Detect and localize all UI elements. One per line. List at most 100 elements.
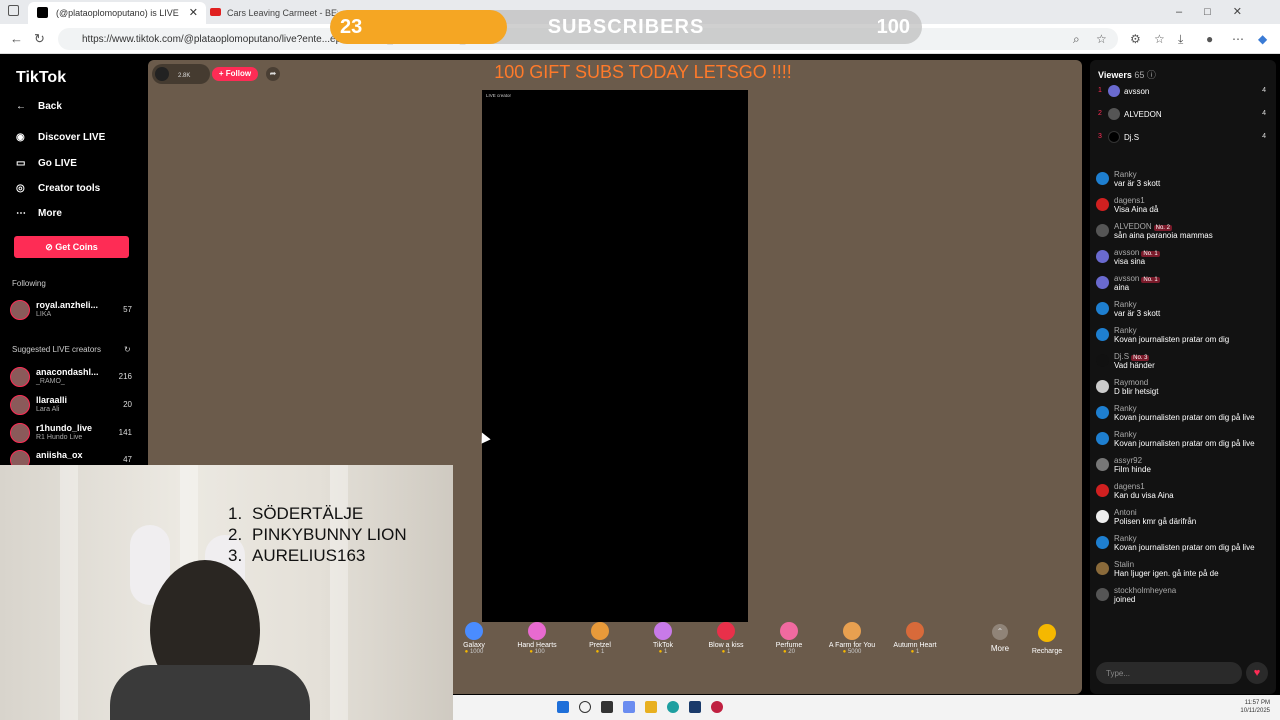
tab-tiktok-live[interactable]: (@plataoplomoputano) is LIVE ✕	[28, 2, 206, 24]
chat-message[interactable]: Ranky Kovan journalisten pratar om dig på…	[1090, 532, 1276, 558]
nav-creator-tools[interactable]: ◎ Creator tools	[16, 183, 100, 194]
tab-actions-icon[interactable]	[8, 5, 19, 16]
live-video[interactable]: LIVE creator	[482, 90, 748, 622]
task-view-icon[interactable]	[601, 701, 613, 713]
host-avatar	[155, 67, 169, 81]
chat-message[interactable]: Ranky Kovan journalisten pratar om dig på…	[1090, 402, 1276, 428]
chat-message[interactable]: assyr92 Film hinde	[1090, 454, 1276, 480]
viewer-row[interactable]: 1 avsson 4	[1098, 84, 1270, 100]
gift-item[interactable]: Galaxy ● 1000	[444, 622, 504, 655]
tiktok-logo[interactable]: TikTok	[16, 69, 66, 87]
live-creator-label: LIVE creator	[486, 93, 512, 98]
chat-message[interactable]: Raymond D blir hetsigt	[1090, 376, 1276, 402]
windows-taskbar: 11:57 PM 10/11/2025	[453, 695, 1280, 720]
nav-back[interactable]: ← Back	[16, 101, 62, 112]
viewers-heading[interactable]: Viewers 65 ⓘ	[1098, 68, 1156, 81]
avatar	[1096, 588, 1109, 601]
profile-avatar[interactable]: ●	[1206, 32, 1213, 46]
suggested-heading: Suggested LIVE creators	[12, 345, 101, 354]
gift-item[interactable]: TikTok ● 1	[633, 622, 693, 655]
rank-badge: No. 1	[1141, 277, 1160, 283]
chat-input[interactable]: Type...	[1096, 662, 1242, 684]
get-coins-button[interactable]: ⊘ Get Coins	[14, 236, 129, 258]
refresh-icon[interactable]: ↻	[124, 345, 131, 354]
avatar	[10, 395, 30, 415]
reload-icon[interactable]: ↻	[34, 31, 45, 47]
avatar	[1096, 198, 1109, 211]
back-icon[interactable]: ←	[10, 31, 23, 46]
gift-item[interactable]: Pretzel ● 1	[570, 622, 630, 655]
subscriber-label: SUBSCRIBERS	[547, 16, 705, 38]
avatar	[1096, 172, 1109, 185]
avatar	[1096, 380, 1109, 393]
edge-icon[interactable]	[667, 701, 679, 713]
file-explorer-icon[interactable]	[645, 701, 657, 713]
nav-go-live[interactable]: ▭ Go LIVE	[16, 158, 77, 169]
start-icon[interactable]	[557, 701, 569, 713]
downloads-icon[interactable]: ⤓	[1178, 32, 1183, 47]
recharge-button[interactable]: Recharge	[1022, 624, 1072, 655]
gift-icon	[465, 622, 483, 640]
nav-more[interactable]: ⋯ More	[16, 208, 62, 219]
chat-message[interactable]: Antoni Polisen kmr gå därifrån	[1090, 506, 1276, 532]
more-gifts-button[interactable]: ⌃ More	[980, 624, 1020, 653]
zoom-icon[interactable]: ⌕	[1073, 32, 1080, 47]
chat-message[interactable]: Stalin Han ljuger igen. gå inte på de	[1090, 558, 1276, 584]
gift-item[interactable]: Perfume ● 20	[759, 622, 819, 655]
chat-message[interactable]: dagens1 Kan du visa Aina	[1090, 480, 1276, 506]
chat-message[interactable]: stockholmheyena joined	[1090, 584, 1276, 610]
chat-message[interactable]: Ranky var är 3 skott	[1090, 168, 1276, 194]
suggested-creator[interactable]: llaraalli Lara Ali 20	[10, 393, 136, 417]
avatar	[1108, 108, 1120, 120]
camera-icon: ▭	[16, 158, 26, 169]
copilot-app-icon[interactable]	[623, 701, 635, 713]
chat-message[interactable]: dagens1 Visa Aina då	[1090, 194, 1276, 220]
avatar	[1108, 85, 1120, 97]
viewer-row[interactable]: 2 ALVEDON 4	[1098, 107, 1270, 123]
close-tab-icon[interactable]: ✕	[189, 6, 198, 19]
search-icon[interactable]	[579, 701, 591, 713]
following-creator[interactable]: royal.anzheli... LIKA 57	[10, 298, 136, 322]
suggested-creator[interactable]: r1hundo_live R1 Hundo Live 141	[10, 421, 136, 445]
app-icon[interactable]	[711, 701, 723, 713]
tab-youtube[interactable]: Cars Leaving Carmeet - BEST	[208, 2, 338, 24]
avatar	[10, 300, 30, 320]
nav-discover-live[interactable]: ◉ Discover LIVE	[16, 132, 105, 143]
avatar	[1096, 328, 1109, 341]
suggested-creator[interactable]: anacondashl... _RAMO_ 216	[10, 365, 136, 389]
chat-message[interactable]: avsson No. 1 visa sina	[1090, 246, 1276, 272]
chat-message[interactable]: ALVEDON No. 2 sån aina paranoia mammas	[1090, 220, 1276, 246]
info-icon[interactable]: ⓘ	[1147, 70, 1156, 80]
chat-message[interactable]: avsson No. 1 aina	[1090, 272, 1276, 298]
avatar	[1096, 458, 1109, 471]
avatar	[1096, 224, 1109, 237]
copilot-icon[interactable]: ◆	[1258, 32, 1267, 46]
steam-icon[interactable]	[689, 701, 701, 713]
chat-message[interactable]: Dj.S No. 3 Vad händer	[1090, 350, 1276, 376]
share-icon[interactable]: ➦	[266, 67, 280, 81]
chat-message[interactable]: Ranky Kovan journalisten pratar om dig på…	[1090, 428, 1276, 454]
system-clock[interactable]: 11:57 PM 10/11/2025	[1240, 699, 1270, 715]
streamer-body	[110, 665, 310, 720]
heart-icon[interactable]: ♥	[1246, 662, 1268, 684]
coin-icon	[1038, 624, 1056, 642]
avatar	[10, 423, 30, 443]
window-controls[interactable]: –□✕	[1176, 5, 1264, 18]
viewer-row[interactable]: 3 Dj.S 4	[1098, 130, 1270, 146]
settings-menu-icon[interactable]: ⋯	[1232, 32, 1244, 46]
chat-messages[interactable]: Ranky var är 3 skott dagens1 Visa Aina då AL…	[1090, 168, 1276, 660]
gift-icon	[717, 622, 735, 640]
host-info[interactable]: 2.8K	[152, 64, 210, 84]
extensions-icon[interactable]: ⚙	[1130, 32, 1141, 46]
chat-message[interactable]: Ranky Kovan journalisten pratar om dig	[1090, 324, 1276, 350]
chat-message[interactable]: Ranky var är 3 skott	[1090, 298, 1276, 324]
follow-button[interactable]: + Follow	[212, 67, 258, 81]
favorite-star-icon[interactable]: ☆	[1096, 32, 1107, 46]
gift-item[interactable]: Hand Hearts ● 100	[507, 622, 567, 655]
coin-icon: ⊘	[45, 242, 56, 252]
favorites-icon[interactable]: ☆	[1154, 32, 1165, 46]
gift-item[interactable]: A Farm for You ● 5000	[822, 622, 882, 655]
gift-item[interactable]: Autumn Heart ● 1	[885, 622, 945, 655]
gift-item[interactable]: Blow a kiss ● 1	[696, 622, 756, 655]
lightbulb-icon: ◎	[16, 183, 25, 194]
